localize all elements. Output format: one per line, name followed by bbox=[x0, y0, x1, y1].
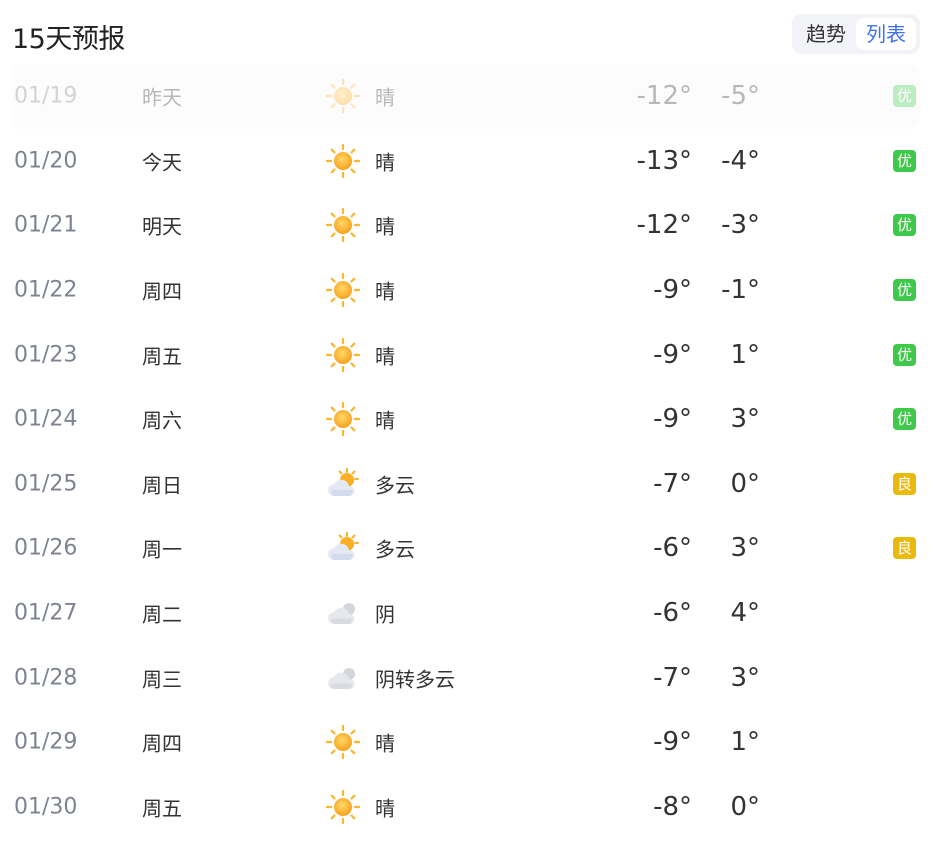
sun-icon bbox=[325, 401, 361, 437]
row-date: 01/23 bbox=[14, 342, 78, 368]
row-condition: 晴 bbox=[375, 150, 395, 175]
row-date: 01/26 bbox=[14, 535, 78, 561]
row-date: 01/29 bbox=[14, 729, 78, 755]
row-date: 01/19 bbox=[14, 83, 78, 109]
aqi-badge: 良 bbox=[893, 537, 916, 560]
row-low-temp: -9° bbox=[653, 275, 692, 306]
row-condition: 晴 bbox=[375, 731, 395, 756]
row-date: 01/27 bbox=[14, 600, 78, 626]
row-high-temp: 1° bbox=[730, 727, 760, 758]
partly-cloudy-icon bbox=[325, 530, 361, 566]
tab-list[interactable]: 列表 bbox=[856, 18, 916, 50]
row-condition: 多云 bbox=[375, 473, 415, 498]
row-high-temp: 0° bbox=[730, 468, 760, 499]
forecast-row[interactable]: 01/26 周一 多云 -6° 3° 良 bbox=[12, 516, 920, 581]
cloud-icon bbox=[325, 660, 361, 696]
row-low-temp: -12° bbox=[636, 81, 692, 112]
aqi-badge: 优 bbox=[893, 279, 916, 302]
forecast-row[interactable]: 01/24 周六 晴 -9° 3° 优 bbox=[12, 387, 920, 452]
row-date: 01/25 bbox=[14, 471, 78, 497]
row-low-temp: -8° bbox=[653, 791, 692, 822]
row-day: 周六 bbox=[142, 408, 182, 433]
tab-trend[interactable]: 趋势 bbox=[796, 18, 856, 50]
forecast-row[interactable]: 01/25 周日 多云 -7° 0° 良 bbox=[12, 452, 920, 517]
sun-icon bbox=[325, 337, 361, 373]
row-high-temp: 3° bbox=[730, 662, 760, 693]
forecast-row[interactable]: 01/27 周二 阴 -6° 4° bbox=[12, 581, 920, 646]
view-toggle: 趋势 列表 bbox=[792, 14, 920, 54]
sun-icon bbox=[325, 143, 361, 179]
row-condition: 晴 bbox=[375, 279, 395, 304]
row-day: 今天 bbox=[142, 150, 182, 175]
forecast-row[interactable]: 01/23 周五 晴 -9° 1° 优 bbox=[12, 322, 920, 387]
row-low-temp: -6° bbox=[653, 598, 692, 629]
row-date: 01/22 bbox=[14, 277, 78, 303]
sun-icon bbox=[325, 78, 361, 114]
cloud-icon bbox=[325, 595, 361, 631]
aqi-badge: 优 bbox=[893, 149, 916, 172]
aqi-badge: 优 bbox=[893, 408, 916, 431]
row-high-temp: 0° bbox=[730, 791, 760, 822]
row-day: 周一 bbox=[142, 537, 182, 562]
row-date: 01/21 bbox=[14, 212, 78, 238]
forecast-row[interactable]: 01/20 今天 晴 -13° -4° 优 bbox=[12, 129, 920, 194]
forecast-row[interactable]: 01/29 周四 晴 -9° 1° bbox=[12, 710, 920, 775]
row-condition: 晴 bbox=[375, 408, 395, 433]
row-low-temp: -12° bbox=[636, 210, 692, 241]
row-day: 周五 bbox=[142, 796, 182, 821]
row-date: 01/24 bbox=[14, 406, 78, 432]
sun-icon bbox=[325, 724, 361, 760]
forecast-row[interactable]: 01/30 周五 晴 -8° 0° bbox=[12, 775, 920, 840]
forecast-list: 01/19 昨天晴 -12° -5° 优 01/20 今天晴 -13° -4° 优 01/21 明天晴… bbox=[12, 64, 920, 839]
aqi-badge: 良 bbox=[893, 472, 916, 495]
row-high-temp: -3° bbox=[721, 210, 760, 241]
row-high-temp: 4° bbox=[730, 598, 760, 629]
row-date: 01/20 bbox=[14, 148, 78, 174]
page-title: 15天预报 bbox=[12, 24, 125, 55]
sun-icon bbox=[325, 207, 361, 243]
aqi-badge: 优 bbox=[893, 343, 916, 366]
row-day: 周三 bbox=[142, 667, 182, 692]
row-low-temp: -9° bbox=[653, 404, 692, 435]
aqi-badge: 优 bbox=[893, 85, 916, 108]
row-day: 昨天 bbox=[142, 85, 182, 110]
row-high-temp: 3° bbox=[730, 404, 760, 435]
row-day: 周五 bbox=[142, 344, 182, 369]
partly-cloudy-icon bbox=[325, 466, 361, 502]
row-high-temp: -1° bbox=[721, 275, 760, 306]
row-day: 明天 bbox=[142, 214, 182, 239]
forecast-header: 15天预报 趋势 列表 bbox=[12, 0, 920, 64]
row-high-temp: 3° bbox=[730, 533, 760, 564]
row-low-temp: -9° bbox=[653, 727, 692, 758]
row-low-temp: -7° bbox=[653, 468, 692, 499]
row-high-temp: -4° bbox=[721, 145, 760, 176]
row-low-temp: -13° bbox=[636, 145, 692, 176]
row-condition: 阴转多云 bbox=[375, 667, 455, 692]
aqi-badge: 优 bbox=[893, 214, 916, 237]
row-condition: 阴 bbox=[375, 602, 395, 627]
row-day: 周四 bbox=[142, 731, 182, 756]
row-low-temp: -9° bbox=[653, 339, 692, 370]
forecast-row[interactable]: 01/28 周三 阴转多云 -7° 3° bbox=[12, 645, 920, 710]
row-condition: 晴 bbox=[375, 796, 395, 821]
row-date: 01/28 bbox=[14, 665, 78, 691]
row-date: 01/30 bbox=[14, 794, 78, 820]
row-condition: 多云 bbox=[375, 537, 415, 562]
row-condition: 晴 bbox=[375, 344, 395, 369]
forecast-row[interactable]: 01/19 昨天 晴 -12° -5° 优 bbox=[12, 64, 920, 129]
row-high-temp: -5° bbox=[721, 81, 760, 112]
row-day: 周四 bbox=[142, 279, 182, 304]
sun-icon bbox=[325, 789, 361, 825]
row-high-temp: 1° bbox=[730, 339, 760, 370]
row-condition: 晴 bbox=[375, 85, 395, 110]
forecast-row[interactable]: 01/22 周四 晴 -9° -1° 优 bbox=[12, 258, 920, 323]
forecast-row[interactable]: 01/21 明天 晴 -12° -3° 优 bbox=[12, 193, 920, 258]
row-low-temp: -6° bbox=[653, 533, 692, 564]
row-condition: 晴 bbox=[375, 214, 395, 239]
row-low-temp: -7° bbox=[653, 662, 692, 693]
sun-icon bbox=[325, 272, 361, 308]
row-day: 周日 bbox=[142, 473, 182, 498]
row-day: 周二 bbox=[142, 602, 182, 627]
